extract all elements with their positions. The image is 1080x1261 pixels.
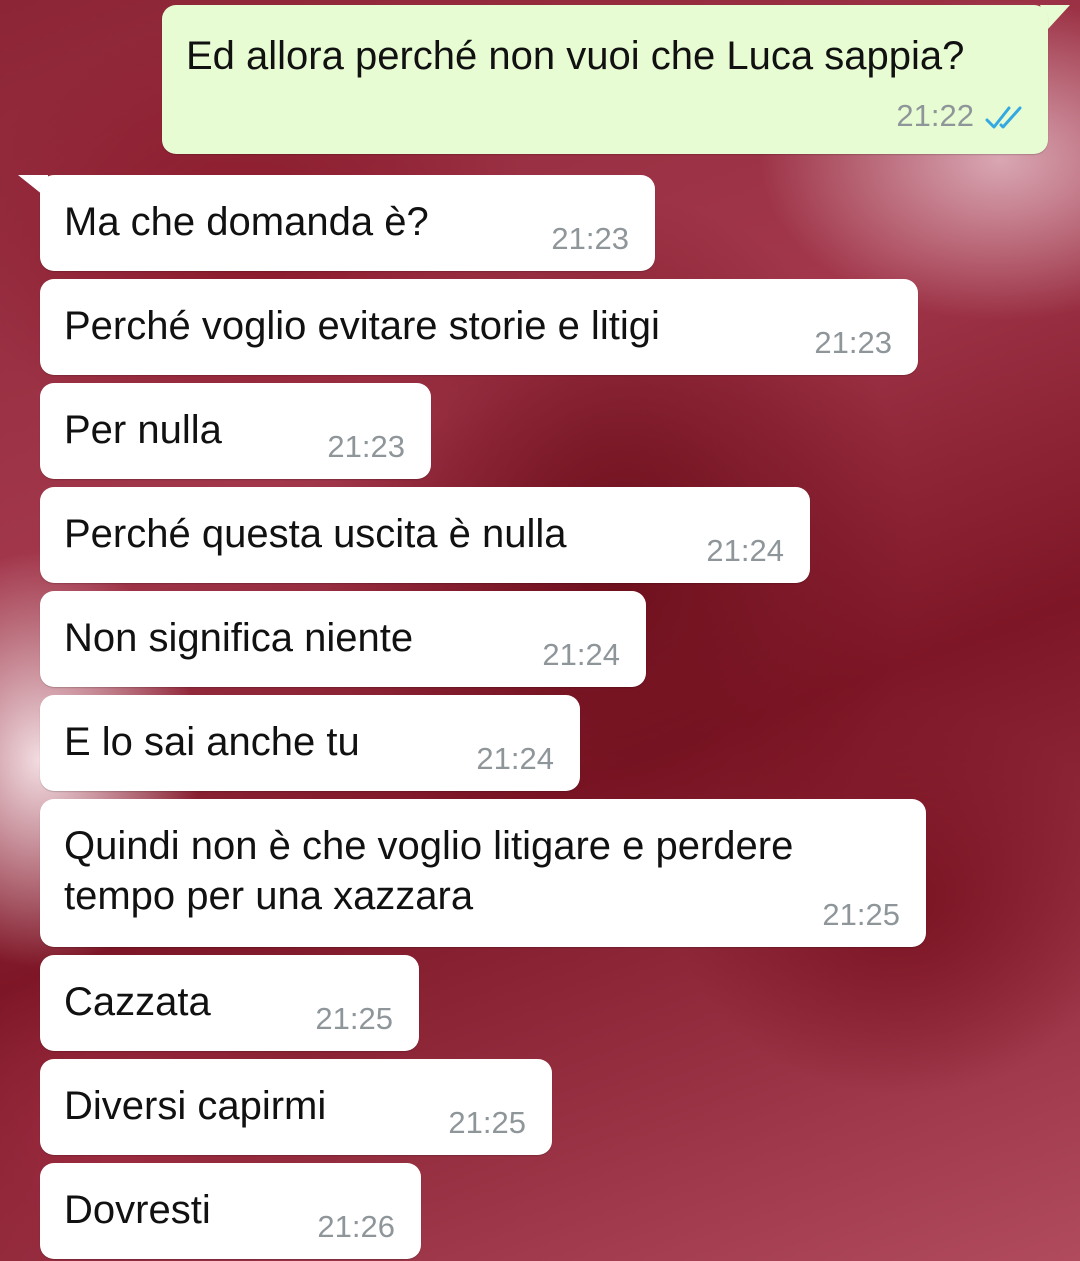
chat-messages-area[interactable]: Ed allora perché non vuoi che Luca sappi… [0, 0, 1080, 1261]
message-incoming[interactable]: Dovresti 21:26 [40, 1163, 421, 1259]
message-incoming[interactable]: Perché voglio evitare storie e litigi 21… [40, 279, 918, 375]
message-incoming[interactable]: Perché questa uscita è nulla 21:24 [40, 487, 810, 583]
message-text: Ed allora perché non vuoi che Luca sappi… [186, 34, 965, 78]
message-time: 21:23 [551, 221, 629, 256]
message-incoming[interactable]: E lo sai anche tu 21:24 [40, 695, 580, 791]
message-incoming[interactable]: Non significa niente 21:24 [40, 591, 646, 687]
message-time: 21:23 [327, 429, 405, 464]
message-time: 21:22 [896, 98, 974, 133]
message-time: 21:25 [822, 897, 900, 932]
message-time: 21:24 [542, 637, 620, 672]
message-time: 21:25 [448, 1105, 526, 1140]
message-incoming[interactable]: Diversi capirmi 21:25 [40, 1059, 552, 1155]
message-incoming[interactable]: Cazzata 21:25 [40, 955, 419, 1051]
message-time: 21:23 [814, 325, 892, 360]
message-time: 21:26 [317, 1209, 395, 1244]
message-incoming[interactable]: Per nulla 21:23 [40, 383, 431, 479]
message-text-line-2: tempo per una xazzara [64, 874, 474, 918]
message-incoming[interactable]: Quindi non è che voglio litigare e perde… [40, 799, 926, 947]
message-text: Ma che domanda è? [64, 200, 429, 244]
message-time: 21:24 [476, 741, 554, 776]
message-time: 21:24 [706, 533, 784, 568]
message-text-line-1: Quindi non è che voglio litigare e perde… [64, 824, 794, 868]
message-incoming[interactable]: Ma che domanda è? 21:23 [40, 175, 655, 271]
message-outgoing[interactable]: Ed allora perché non vuoi che Luca sappi… [162, 5, 1048, 154]
message-text: Non significa niente [64, 616, 414, 660]
message-text: Perché voglio evitare storie e litigi [64, 304, 660, 348]
double-check-read-icon [985, 106, 1022, 129]
message-time: 21:25 [315, 1001, 393, 1036]
message-text: Perché questa uscita è nulla [64, 512, 567, 556]
